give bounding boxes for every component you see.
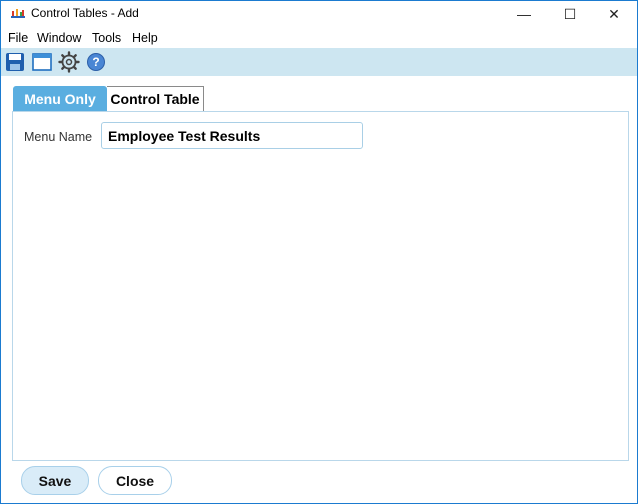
menu-file[interactable]: File xyxy=(8,31,28,45)
svg-text:?: ? xyxy=(92,55,99,69)
app-logo-icon xyxy=(11,9,25,18)
tab-control-table[interactable]: Control Table xyxy=(107,86,204,111)
help-icon[interactable]: ? xyxy=(85,51,107,73)
window-title: Control Tables - Add xyxy=(31,6,139,20)
menu-tools[interactable]: Tools xyxy=(92,31,121,45)
save-icon[interactable] xyxy=(4,51,26,73)
menu-window[interactable]: Window xyxy=(37,31,81,45)
tab-panel-menu-only: Menu Name xyxy=(12,111,629,461)
close-button[interactable]: Close xyxy=(98,466,172,495)
menu-help[interactable]: Help xyxy=(132,31,158,45)
title-bar[interactable]: Control Tables - Add — ☐ ✕ xyxy=(1,1,637,27)
maximize-button[interactable]: ☐ xyxy=(547,1,593,27)
minimize-button[interactable]: — xyxy=(501,1,547,27)
close-window-button[interactable]: ✕ xyxy=(591,1,637,27)
menu-bar: File Window Tools Help xyxy=(1,29,637,47)
toolbar: ? xyxy=(1,48,637,76)
save-button[interactable]: Save xyxy=(21,466,89,495)
window-icon[interactable] xyxy=(31,51,53,73)
menu-name-input[interactable] xyxy=(101,122,363,149)
application-window: Control Tables - Add — ☐ ✕ File Window T… xyxy=(0,0,638,504)
tab-menu-only[interactable]: Menu Only xyxy=(13,86,107,111)
menu-name-label: Menu Name xyxy=(24,130,93,144)
tab-bar: Menu Only Control Table xyxy=(1,86,637,112)
settings-gear-icon[interactable] xyxy=(58,51,80,73)
